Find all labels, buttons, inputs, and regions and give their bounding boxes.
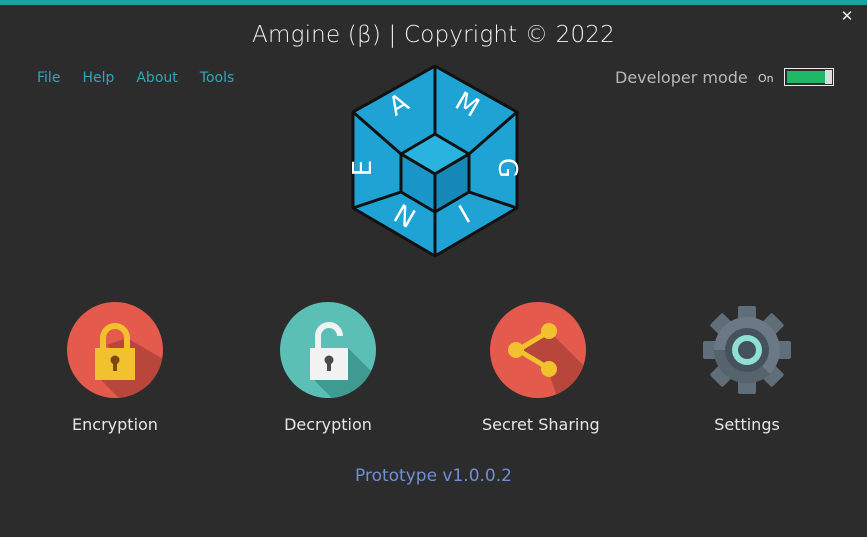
menu-item-tools[interactable]: Tools (200, 70, 235, 86)
logo-letter-g: G (492, 158, 522, 178)
toggle-fill (787, 71, 825, 83)
settings-label: Settings (714, 415, 780, 434)
logo-letter-e: E (348, 160, 378, 176)
version-label: Prototype v1.0.0.2 (355, 466, 512, 486)
toggle-knob (825, 70, 832, 84)
share-icon (488, 300, 588, 400)
unlock-icon (278, 300, 378, 400)
menu-bar: File Help About Tools (37, 70, 256, 86)
lock-icon (65, 300, 165, 400)
encryption-button[interactable]: Encryption (60, 300, 170, 434)
encryption-label: Encryption (72, 415, 158, 434)
gear-icon (697, 300, 797, 400)
menu-item-file[interactable]: File (37, 70, 60, 86)
developer-mode-label: Developer mode (615, 68, 748, 87)
secret-sharing-button[interactable]: Secret Sharing (482, 300, 600, 434)
app-window: ✕ Amgine (β) | Copyright © 2022 File Hel… (0, 0, 867, 537)
developer-mode-toggle[interactable] (784, 68, 834, 86)
amgine-logo: A M G I N E (348, 64, 522, 258)
toggle-state-label: On (758, 72, 774, 85)
secret-sharing-label: Secret Sharing (482, 415, 600, 434)
decryption-label: Decryption (284, 415, 372, 434)
top-accent-bar (0, 0, 867, 5)
menu-item-about[interactable]: About (136, 70, 177, 86)
window-title: Amgine (β) | Copyright © 2022 (252, 22, 615, 48)
decryption-button[interactable]: Decryption (273, 300, 383, 434)
settings-button[interactable]: Settings (692, 300, 802, 434)
menu-item-help[interactable]: Help (82, 70, 114, 86)
